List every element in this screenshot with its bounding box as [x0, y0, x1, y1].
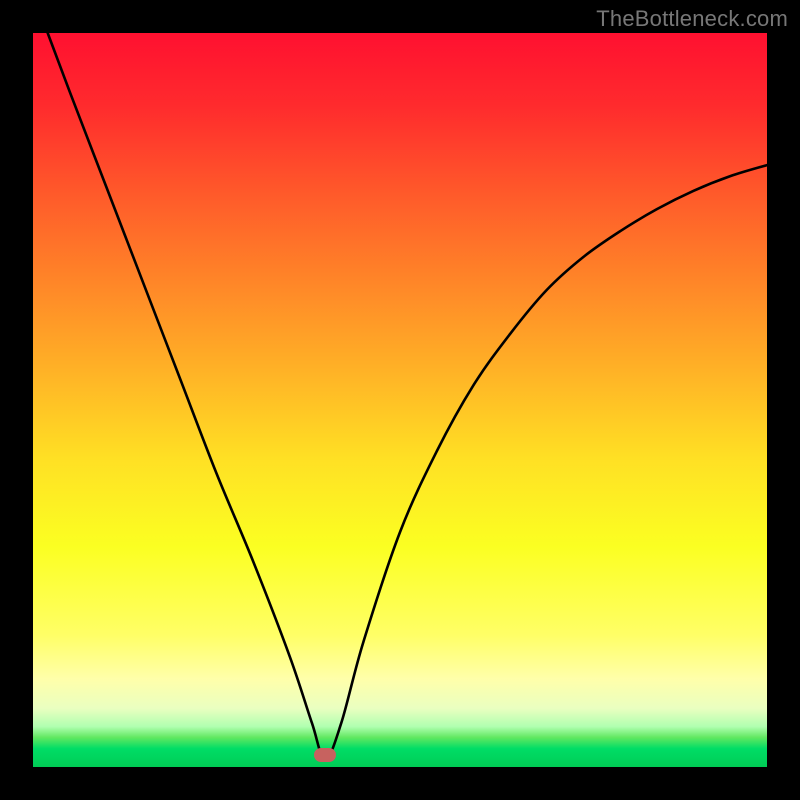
attribution-text: TheBottleneck.com [596, 6, 788, 32]
curve-svg [33, 33, 767, 767]
bottleneck-curve [48, 33, 767, 760]
chart-plot-area [33, 33, 767, 767]
min-point-marker [314, 748, 336, 762]
